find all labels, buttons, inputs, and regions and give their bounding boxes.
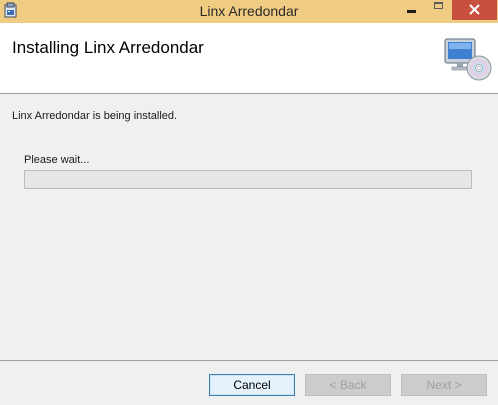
- maximize-button[interactable]: [426, 0, 452, 20]
- minimize-icon: [407, 10, 416, 13]
- title-bar: Linx Arredondar: [0, 0, 498, 23]
- footer-divider: [0, 360, 498, 361]
- page-title: Installing Linx Arredondar: [12, 38, 204, 57]
- header-panel: [0, 23, 498, 93]
- minimize-button[interactable]: [398, 0, 426, 20]
- header-divider: [0, 93, 498, 94]
- next-button[interactable]: Next >: [401, 374, 487, 396]
- close-icon: [469, 4, 480, 15]
- computer-cd-icon: [443, 35, 493, 81]
- maximize-icon: [434, 2, 443, 9]
- progress-bar: [24, 170, 472, 189]
- cancel-button[interactable]: Cancel: [209, 374, 295, 396]
- back-button[interactable]: < Back: [305, 374, 391, 396]
- close-button[interactable]: [452, 0, 497, 20]
- progress-label: Please wait...: [24, 154, 90, 166]
- status-text: Linx Arredondar is being installed.: [12, 110, 178, 122]
